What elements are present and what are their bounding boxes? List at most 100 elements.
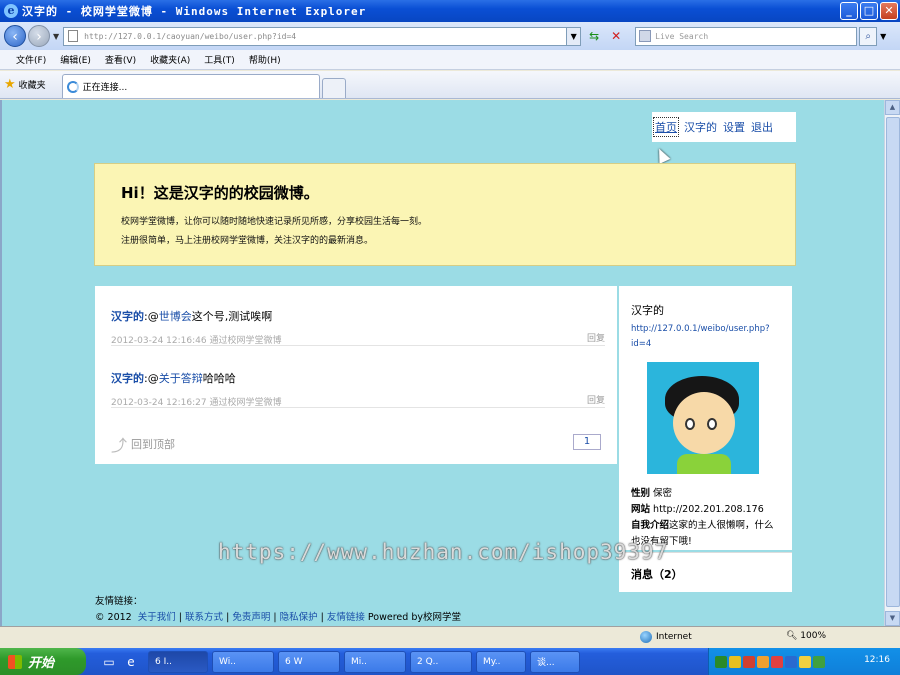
mouse-cursor-icon bbox=[653, 146, 671, 164]
footer-separator: | bbox=[273, 612, 277, 623]
task-button[interactable]: 2 Q.. bbox=[410, 650, 472, 673]
footer-link-disclaimer[interactable]: 免责声明 bbox=[232, 612, 270, 623]
maximize-button[interactable]: □ bbox=[860, 2, 878, 20]
back-to-top-link[interactable]: ⤴ 回到顶部 bbox=[111, 432, 175, 456]
tray-app-icon[interactable] bbox=[743, 655, 755, 668]
footer-powered: Powered by校网学堂 bbox=[367, 612, 461, 623]
address-dropdown-icon[interactable]: ▼ bbox=[567, 26, 582, 46]
address-input[interactable]: http://127.0.0.1/caoyuan/weibo/user.php?… bbox=[63, 26, 568, 46]
menu-favorites[interactable]: 收藏夹(A) bbox=[150, 53, 190, 66]
search-options-icon[interactable]: ▼ bbox=[877, 27, 889, 46]
back-button[interactable]: ‹ bbox=[4, 25, 26, 47]
post-author[interactable]: 汉字的 bbox=[111, 372, 144, 385]
zoom-level: 100% bbox=[800, 631, 827, 641]
menu-tools[interactable]: 工具(T) bbox=[204, 53, 235, 66]
scroll-down-icon[interactable]: ▼ bbox=[885, 611, 900, 626]
nav-profile[interactable]: 汉字的 bbox=[684, 119, 717, 135]
site-footer: 友情链接： © 2012 关于我们 | 联系方式 | 免责声明 | 隐私保护 |… bbox=[95, 594, 461, 626]
top-navigation: 首页 汉字的 设置 退出 bbox=[652, 112, 796, 142]
forward-button[interactable]: › bbox=[28, 25, 50, 47]
menu-help[interactable]: 帮助(H) bbox=[249, 53, 281, 66]
menu-view[interactable]: 查看(V) bbox=[105, 53, 136, 66]
welcome-banner: Hi！这是汉字的的校园微博。 校网学堂微博，让你可以随时随地快速记录所见所感，分… bbox=[94, 163, 796, 266]
back-to-top-icon: ⤴ bbox=[111, 436, 128, 455]
footer-separator: | bbox=[226, 612, 230, 623]
favorites-button[interactable]: ★ 收藏夹 bbox=[4, 72, 46, 96]
search-placeholder: Live Search bbox=[655, 31, 709, 41]
reply-link[interactable]: 回复 bbox=[587, 393, 605, 406]
ie-quicklaunch-icon[interactable]: e bbox=[122, 653, 140, 671]
reply-link[interactable]: 回复 bbox=[587, 331, 605, 344]
start-button[interactable]: 开始 bbox=[0, 648, 86, 675]
post-content: 汉字的:@关于答辩哈哈哈 bbox=[111, 370, 236, 386]
tray-app-icon[interactable] bbox=[813, 655, 825, 668]
window-titlebar[interactable]: e 汉字的 - 校网学堂微博 - Windows Internet Explor… bbox=[0, 0, 900, 22]
search-input[interactable]: Live Search bbox=[635, 26, 858, 46]
avatar-face bbox=[673, 392, 735, 454]
close-button[interactable]: ✕ bbox=[880, 2, 898, 20]
vertical-scrollbar[interactable]: ▲ ▼ bbox=[884, 100, 900, 626]
footer-separator: | bbox=[320, 612, 324, 623]
tray-app-icon[interactable] bbox=[799, 655, 811, 668]
page-number[interactable]: 1 bbox=[573, 434, 601, 450]
new-tab-button[interactable] bbox=[321, 78, 346, 98]
profile-site: 网站 http://202.201.208.176 bbox=[631, 502, 780, 518]
avatar-eye bbox=[685, 418, 695, 430]
task-button[interactable]: 6 W bbox=[278, 650, 340, 673]
post-content: 汉字的:@世博会这个号,测试唉啊 bbox=[111, 308, 272, 324]
address-toolbar: ‹ › ▼ http://127.0.0.1/caoyuan/weibo/use… bbox=[0, 22, 900, 50]
footer-link-about[interactable]: 关于我们 bbox=[138, 612, 176, 623]
welcome-title: Hi！这是汉字的的校园微博。 bbox=[121, 184, 319, 202]
address-text: http://127.0.0.1/caoyuan/weibo/user.php?… bbox=[84, 31, 297, 41]
profile-url[interactable]: http://127.0.0.1/weibo/user.php?id=4 bbox=[631, 322, 771, 352]
avatar-shirt bbox=[677, 454, 731, 474]
stop-icon[interactable]: ✕ bbox=[607, 27, 625, 45]
search-icon[interactable]: ⌕ bbox=[859, 26, 878, 46]
tray-app-icon[interactable] bbox=[729, 655, 741, 668]
welcome-line-1: 校网学堂微博，让你可以随时随地快速记录所见所感，分享校园生活每一刻。 bbox=[121, 217, 428, 227]
post-mention[interactable]: 关于答辩 bbox=[159, 372, 203, 385]
post-text: 这个号,测试唉啊 bbox=[191, 310, 273, 323]
scroll-up-icon[interactable]: ▲ bbox=[885, 100, 900, 115]
footer-link-friends[interactable]: 友情链接 bbox=[327, 612, 365, 623]
tray-app-icon[interactable] bbox=[771, 655, 783, 668]
show-desktop-icon[interactable]: ▭ bbox=[100, 653, 118, 671]
refresh-icon[interactable]: ⇆ bbox=[585, 27, 603, 45]
post-meta: 2012-03-24 12:16:27 通过校网学堂微博 bbox=[111, 398, 282, 408]
post-author[interactable]: 汉字的 bbox=[111, 310, 144, 323]
post-feed: 汉字的:@世博会这个号,测试唉啊 2012-03-24 12:16:46 通过校… bbox=[95, 286, 617, 464]
nav-settings[interactable]: 设置 bbox=[723, 119, 745, 135]
profile-gender: 性别 保密 bbox=[631, 486, 780, 502]
task-button[interactable]: 6 I.. bbox=[148, 650, 208, 673]
post-meta: 2012-03-24 12:16:46 通过校网学堂微博 bbox=[111, 336, 282, 346]
nav-home[interactable]: 首页 bbox=[653, 117, 679, 137]
scroll-thumb[interactable] bbox=[886, 117, 900, 607]
tray-app-icon[interactable] bbox=[757, 655, 769, 668]
tray-app-icon[interactable] bbox=[785, 655, 797, 668]
window-title: 汉字的 - 校网学堂微博 - Windows Internet Explorer bbox=[22, 5, 367, 18]
favorites-bar: ★ 收藏夹 正在连接... bbox=[0, 71, 900, 99]
taskbar: 开始 ▭ e 6 I.. Wi.. 6 W Mi.. 2 Q.. My.. 谈.… bbox=[0, 648, 900, 675]
task-button[interactable]: 谈... bbox=[530, 650, 580, 673]
task-button[interactable]: Wi.. bbox=[212, 650, 274, 673]
live-search-icon bbox=[639, 30, 652, 42]
browser-tab[interactable]: 正在连接... bbox=[61, 74, 320, 98]
history-dropdown-icon[interactable]: ▼ bbox=[53, 32, 59, 41]
profile-name: 汉字的 bbox=[631, 304, 664, 317]
profile-card: 汉字的 http://127.0.0.1/weibo/user.php?id=4… bbox=[619, 286, 792, 550]
footer-link-privacy[interactable]: 隐私保护 bbox=[280, 612, 318, 623]
clock[interactable]: 12:16 bbox=[864, 655, 890, 665]
task-button[interactable]: Mi.. bbox=[344, 650, 406, 673]
task-button[interactable]: My.. bbox=[476, 650, 526, 673]
windows-flag-icon bbox=[8, 654, 22, 669]
minimize-button[interactable]: _ bbox=[840, 2, 858, 20]
nav-logout[interactable]: 退出 bbox=[751, 119, 773, 135]
footer-link-contact[interactable]: 联系方式 bbox=[185, 612, 223, 623]
menu-file[interactable]: 文件(F) bbox=[16, 53, 46, 66]
footer-copyright: © 2012 bbox=[95, 612, 132, 623]
site-value: http://202.201.208.176 bbox=[653, 504, 764, 515]
menu-edit[interactable]: 编辑(E) bbox=[60, 53, 91, 66]
tray-app-icon[interactable] bbox=[715, 655, 727, 668]
zoom-control[interactable]: 🔍︎ 100% bbox=[786, 631, 826, 641]
post-mention[interactable]: 世博会 bbox=[159, 310, 192, 323]
